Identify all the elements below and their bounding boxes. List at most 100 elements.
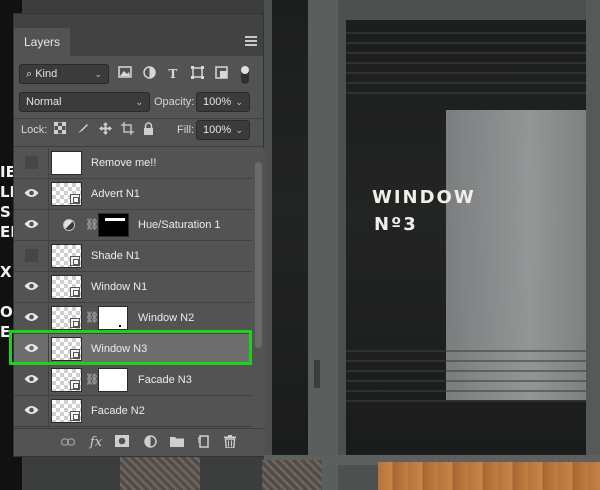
layer-row[interactable]: Window N1 xyxy=(14,272,252,303)
smart-object-badge-icon xyxy=(70,318,80,328)
shape-filter-icon[interactable] xyxy=(189,66,205,82)
chevron-down-icon: ⌄ xyxy=(135,97,143,107)
divider xyxy=(14,146,265,147)
lock-row: Lock: Fill: 100% ⌄ xyxy=(14,120,265,142)
add-mask-icon[interactable] xyxy=(114,435,130,451)
layer-mask-thumbnail[interactable] xyxy=(98,213,129,237)
layer-row[interactable]: Facade N2 xyxy=(14,396,252,427)
visibility-toggle[interactable] xyxy=(14,210,49,240)
eye-icon xyxy=(24,189,39,197)
scrollbar-thumb[interactable] xyxy=(255,162,262,348)
fill-label: Fill: xyxy=(177,124,195,136)
new-adjustment-icon[interactable] xyxy=(142,435,158,451)
lock-image-pixels-icon[interactable] xyxy=(75,122,91,138)
new-group-icon[interactable] xyxy=(169,435,185,451)
tab-bar: Layers xyxy=(14,14,263,56)
sign-text: S xyxy=(0,203,11,221)
fill-field[interactable]: 100% ⌄ xyxy=(196,120,250,140)
layer-row[interactable]: ⛓ Hue/Saturation 1 xyxy=(14,210,252,241)
lock-artboard-icon[interactable] xyxy=(119,122,135,138)
layer-thumbnail xyxy=(51,275,82,299)
filter-kind-dropdown[interactable]: ⌕ Kind ⌄ xyxy=(19,64,109,84)
panel-menu-icon[interactable] xyxy=(245,36,257,46)
main-glass xyxy=(346,20,586,455)
layer-name[interactable]: Remove me!! xyxy=(91,148,156,178)
eye-icon xyxy=(24,375,39,383)
layer-mask-thumbnail[interactable] xyxy=(98,306,128,330)
visibility-toggle[interactable] xyxy=(14,179,49,209)
layer-row[interactable]: Advert N1 xyxy=(14,179,252,210)
opacity-label: Opacity: xyxy=(154,96,195,108)
layer-row[interactable]: Shade N1 xyxy=(14,241,252,272)
blend-mode-value: Normal xyxy=(26,96,62,108)
eye-icon xyxy=(24,313,39,321)
eye-icon xyxy=(24,406,39,414)
layer-name[interactable]: Facade N3 xyxy=(138,365,192,395)
image-filter-icon[interactable] xyxy=(117,66,133,82)
new-layer-icon[interactable] xyxy=(196,435,212,451)
visibility-off-box xyxy=(25,249,38,262)
window-text-line2: Nº3 xyxy=(374,214,418,235)
door-hinge xyxy=(314,360,320,388)
visibility-toggle[interactable] xyxy=(14,241,49,271)
wooden-table xyxy=(378,462,600,490)
blend-row: Normal ⌄ Opacity: 100% ⌄ xyxy=(14,92,265,114)
left-glass xyxy=(272,0,308,455)
selected-layer-highlight xyxy=(9,330,252,365)
adjustment-filter-icon[interactable] xyxy=(141,66,157,82)
layer-thumbnail xyxy=(51,244,82,268)
adjustment-layer-icon xyxy=(63,219,75,231)
layer-thumbnail xyxy=(51,368,82,392)
blend-mode-dropdown[interactable]: Normal ⌄ xyxy=(19,92,150,112)
opacity-field[interactable]: 100% ⌄ xyxy=(196,92,250,112)
layer-name[interactable]: Advert N1 xyxy=(91,179,140,209)
layer-thumbnail xyxy=(51,399,82,423)
tab-layers[interactable]: Layers xyxy=(14,28,70,56)
smart-object-badge-icon xyxy=(70,256,80,266)
layer-row[interactable]: ⛓ Facade N3 xyxy=(14,365,252,396)
layer-name[interactable]: Window N1 xyxy=(91,272,147,302)
layer-thumbnail xyxy=(51,151,82,175)
fx-icon[interactable]: fx xyxy=(88,435,104,451)
lock-label: Lock: xyxy=(21,124,48,136)
filter-kind-label: ⌕ Kind xyxy=(26,68,58,80)
type-filter-icon[interactable]: T xyxy=(165,66,181,82)
filter-row: ⌕ Kind ⌄ T xyxy=(14,64,265,86)
window-text-line1: WINDOW xyxy=(372,187,476,208)
link-chain-icon[interactable]: ⛓ xyxy=(85,374,99,386)
filter-toggle[interactable] xyxy=(241,66,249,84)
link-chain-icon[interactable]: ⛓ xyxy=(85,219,99,231)
lock-all-icon[interactable] xyxy=(140,122,156,138)
layers-panel: × ‹‹ Layers ⌕ Kind ⌄ T Normal ⌄ Opac xyxy=(13,13,265,457)
layers-bottom-toolbar: fx xyxy=(14,428,265,456)
link-chain-icon[interactable]: ⛓ xyxy=(85,312,99,324)
visibility-toggle[interactable] xyxy=(14,303,49,333)
layer-name[interactable]: Hue/Saturation 1 xyxy=(138,210,221,240)
smart-object-badge-icon xyxy=(70,380,80,390)
visibility-off-box xyxy=(25,156,38,169)
smart-object-badge-icon xyxy=(70,411,80,421)
link-layers-icon[interactable] xyxy=(60,435,76,451)
layer-list-scrollbar[interactable] xyxy=(252,148,265,431)
visibility-toggle[interactable] xyxy=(14,396,49,426)
lock-position-icon[interactable] xyxy=(97,122,113,138)
visibility-toggle[interactable] xyxy=(14,272,49,302)
layer-thumbnail xyxy=(51,306,82,330)
layer-row[interactable]: Remove me!! xyxy=(14,148,252,179)
lock-transparent-pixels-icon[interactable] xyxy=(52,121,68,138)
chevron-down-icon: ⌄ xyxy=(235,125,243,135)
smart-object-badge-icon xyxy=(70,194,80,204)
reflected-building xyxy=(446,110,586,400)
layer-name[interactable]: Shade N1 xyxy=(91,241,140,271)
layer-name[interactable]: Window N2 xyxy=(138,303,194,333)
chair xyxy=(120,452,200,490)
eye-icon xyxy=(24,220,39,228)
layer-mask-thumbnail[interactable] xyxy=(98,368,128,392)
delete-icon[interactable] xyxy=(222,435,238,451)
door-post xyxy=(308,0,338,490)
layer-name[interactable]: Facade N2 xyxy=(91,396,145,426)
layer-thumbnail xyxy=(51,182,82,206)
visibility-toggle[interactable] xyxy=(14,148,49,178)
smart-object-filter-icon[interactable] xyxy=(213,66,229,82)
visibility-toggle[interactable] xyxy=(14,365,49,395)
